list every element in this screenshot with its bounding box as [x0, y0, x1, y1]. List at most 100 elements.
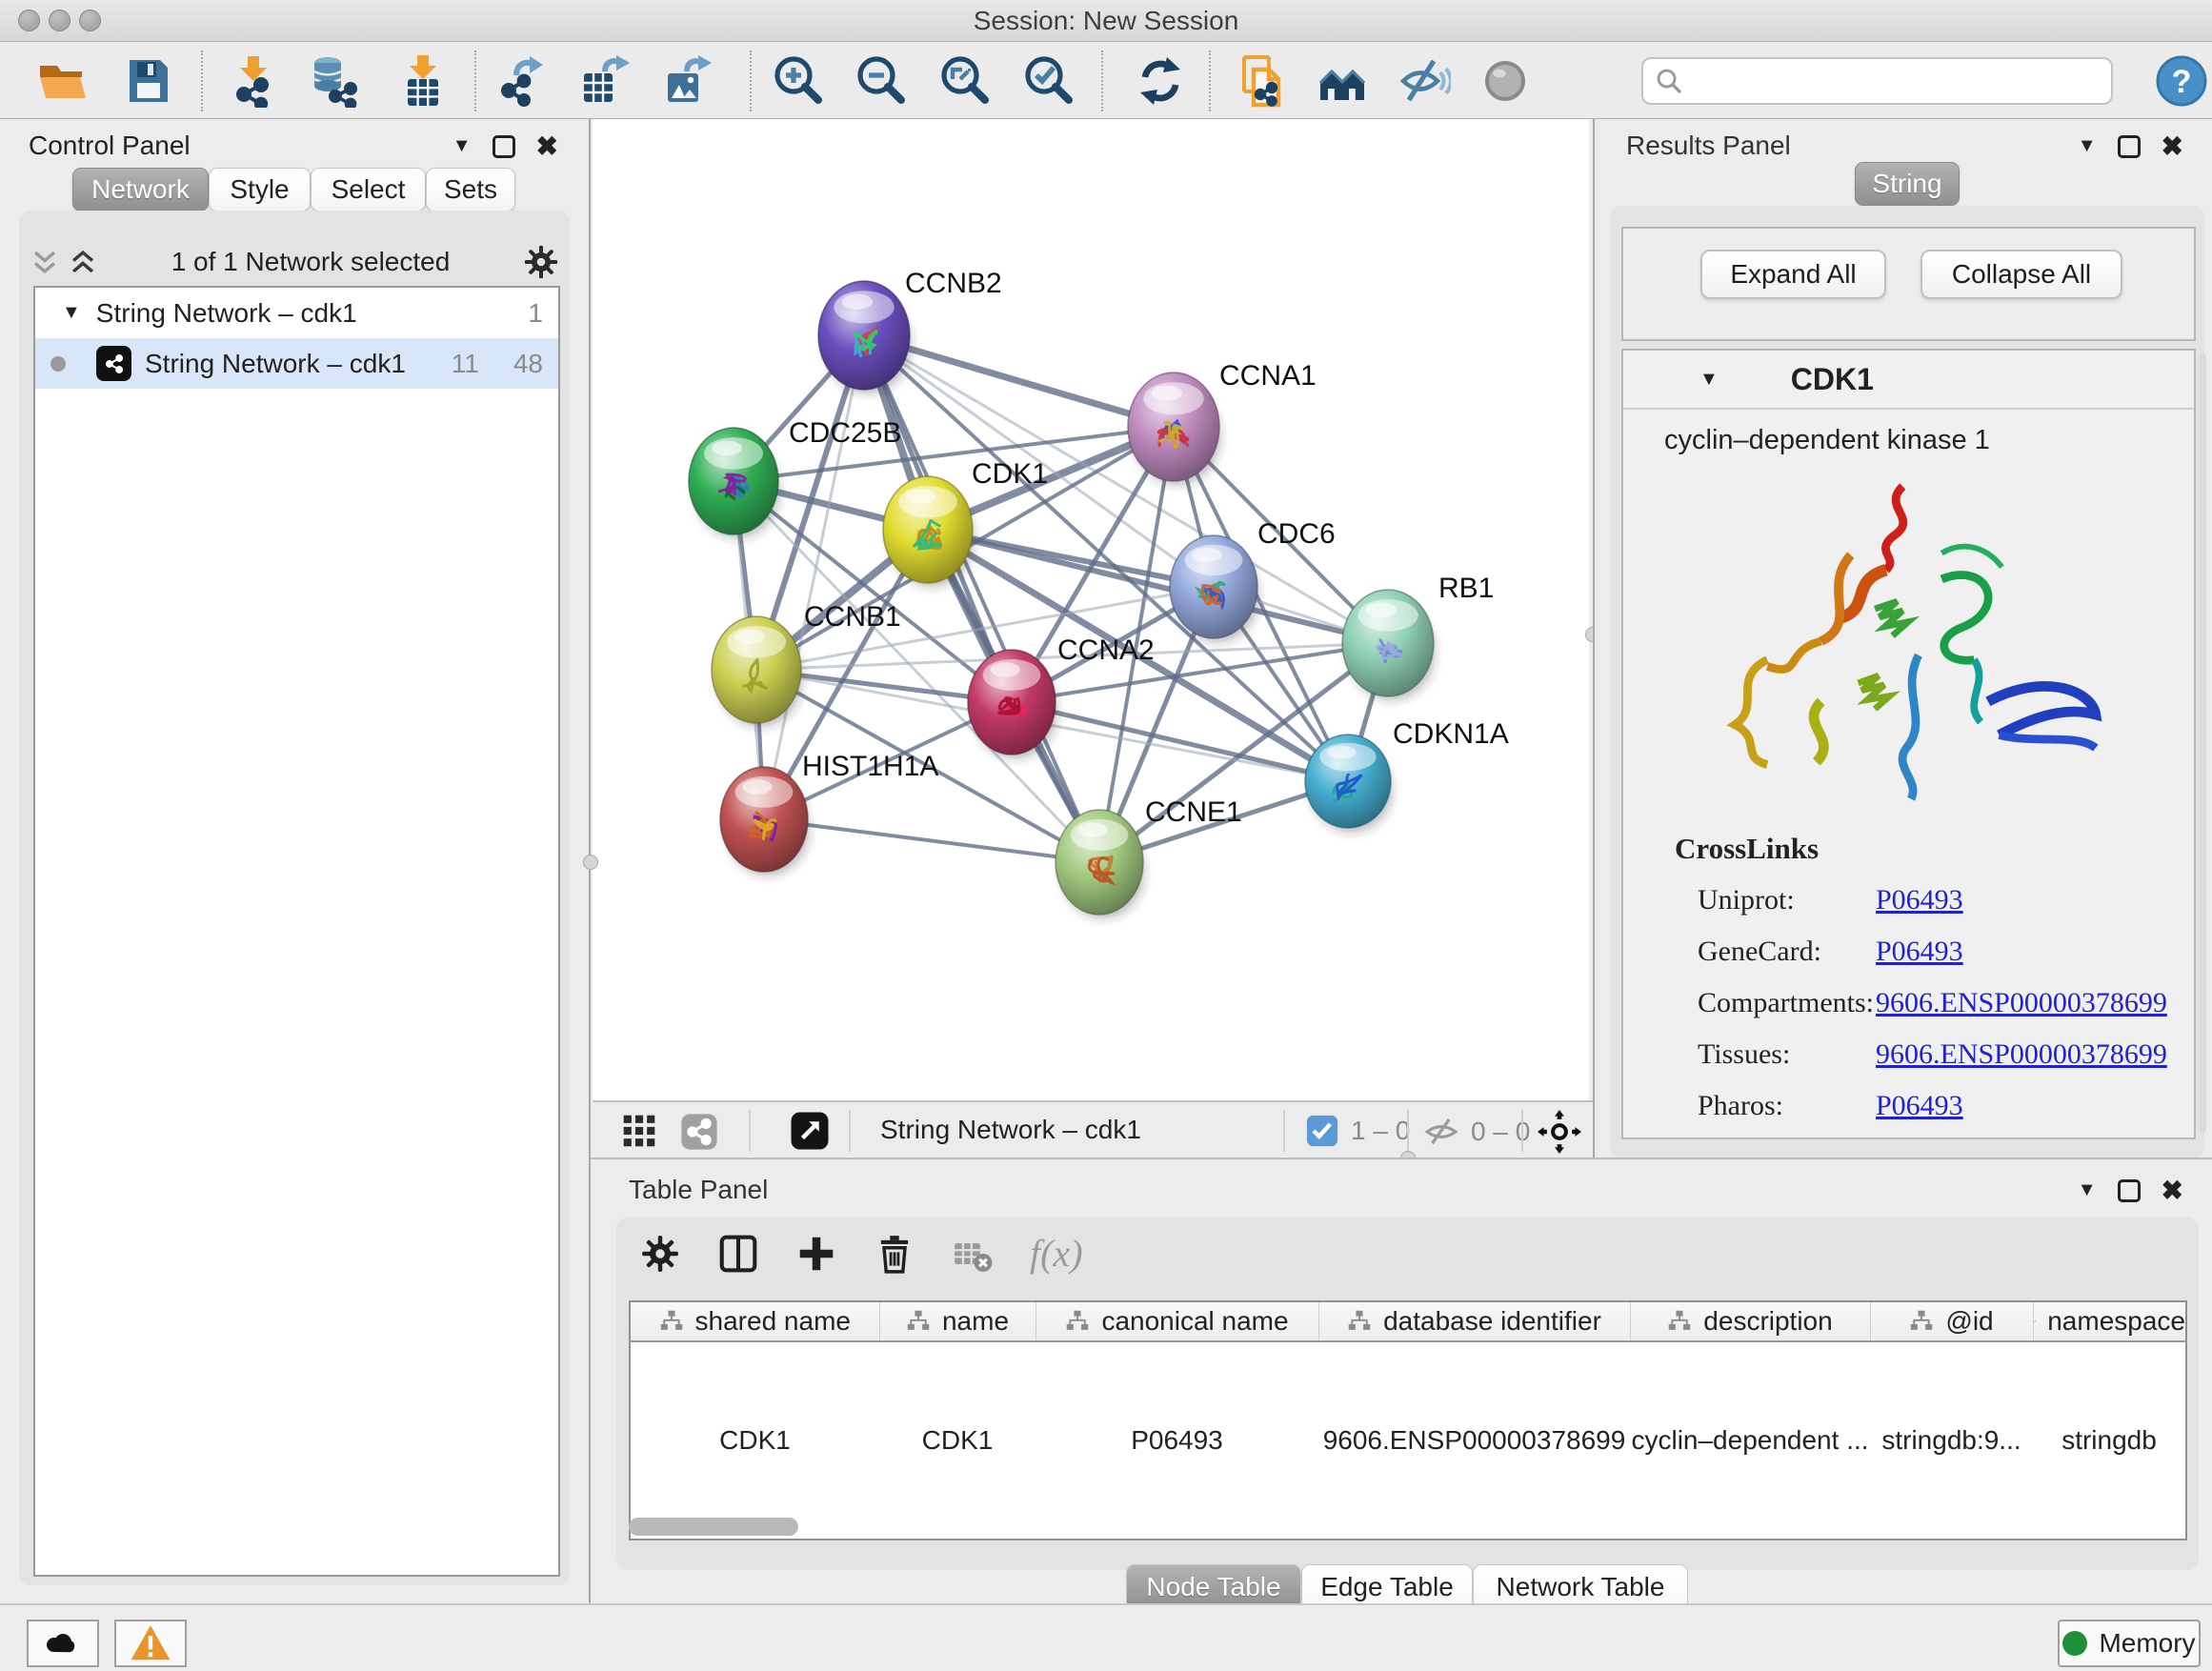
expand-all-button[interactable]: Expand All	[1700, 250, 1886, 299]
selected-checkbox-icon[interactable]	[1305, 1114, 1339, 1148]
tab-network[interactable]: Network	[72, 168, 209, 211]
memory-button[interactable]: Memory	[2058, 1620, 2201, 1667]
results-panel-collapse-icon[interactable]: ▼	[2078, 135, 2097, 157]
results-scrollbar[interactable]	[2199, 352, 2206, 1134]
table-panel-close-icon[interactable]: ✖	[2162, 1175, 2183, 1206]
crosslink-genecard[interactable]: P06493	[1876, 926, 1963, 977]
table-cell[interactable]: stringdb	[2033, 1341, 2186, 1540]
network-node-CCNB2[interactable]	[818, 281, 912, 393]
network-edge[interactable]	[764, 335, 864, 819]
network-node-CDC25B[interactable]	[689, 428, 780, 538]
table-options-gear-icon[interactable]	[639, 1233, 681, 1275]
tab-string[interactable]: String	[1855, 162, 1960, 206]
network-node-CDC6[interactable]	[1170, 535, 1259, 643]
table-horizontal-scrollbar[interactable]	[629, 1518, 798, 1536]
network-node-CCNA1[interactable]	[1128, 372, 1221, 485]
control-panel-float-icon[interactable]	[493, 135, 515, 158]
network-row[interactable]: String Network – cdk1 11 48	[35, 338, 558, 389]
delete-column-icon[interactable]	[874, 1233, 915, 1275]
network-edge[interactable]	[764, 819, 1099, 862]
zoom-in-button[interactable]	[771, 54, 824, 108]
zoom-fit-button[interactable]	[937, 54, 991, 108]
export-table-button[interactable]	[578, 54, 632, 108]
table-row[interactable]: CDK1CDK1P064939606.ENSP00000378699cyclin…	[630, 1341, 2186, 1540]
network-collection-row[interactable]: ▼ String Network – cdk1 1	[35, 288, 558, 338]
network-edge[interactable]	[864, 335, 1099, 862]
search-field[interactable]	[1641, 57, 2113, 105]
column-header-shared-name[interactable]: shared name	[630, 1301, 879, 1341]
crosslink-uniprot[interactable]: P06493	[1876, 875, 1963, 926]
add-column-icon[interactable]	[795, 1233, 837, 1275]
grid-view-button[interactable]	[621, 1113, 657, 1154]
import-network-database-button[interactable]	[309, 54, 362, 108]
control-panel-collapse-icon[interactable]: ▼	[452, 135, 472, 157]
open-session-button[interactable]	[36, 54, 90, 108]
network-node-CCNA2[interactable]	[968, 650, 1057, 759]
network-node-CDK1[interactable]	[883, 476, 975, 587]
save-session-button[interactable]	[122, 54, 175, 108]
network-node-HIST1H1A[interactable]	[720, 767, 810, 876]
table-cell[interactable]: cyclin–dependent ...	[1630, 1341, 1870, 1540]
table-cell[interactable]: P06493	[1036, 1341, 1318, 1540]
expand-all-tree-icon[interactable]	[29, 246, 61, 278]
crosslink-pharos[interactable]: P06493	[1876, 1080, 1963, 1132]
table-panel-collapse-icon[interactable]: ▼	[2078, 1179, 2097, 1201]
table-cell[interactable]: 9606.ENSP00000378699	[1318, 1341, 1630, 1540]
hide-unhide-button[interactable]	[1398, 54, 1451, 108]
collapse-all-tree-icon[interactable]	[67, 246, 99, 278]
tab-style[interactable]: Style	[209, 168, 311, 211]
zoom-selected-button[interactable]	[1021, 54, 1075, 108]
string-network-graph[interactable]: CCNB2CCNA1CDC25BCDK1CDC6RB1CCNB1CCNA2HIS…	[593, 119, 1589, 1100]
results-panel-float-icon[interactable]	[2118, 135, 2141, 158]
refresh-button[interactable]	[1134, 54, 1187, 108]
column-header-canonical-name[interactable]: canonical name	[1036, 1301, 1318, 1341]
control-panel-close-icon[interactable]: ✖	[536, 131, 558, 162]
crosslink-compartments[interactable]: 9606.ENSP00000378699	[1876, 977, 2167, 1029]
network-options-gear-icon[interactable]	[522, 243, 560, 281]
string-home-button[interactable]	[1317, 54, 1370, 108]
export-image-button[interactable]	[660, 54, 714, 108]
fit-content-button[interactable]	[1538, 1110, 1581, 1158]
column-tree-icon	[659, 1309, 684, 1334]
hidden-eye-icon[interactable]	[1423, 1114, 1459, 1150]
network-node-CDKN1A[interactable]	[1305, 735, 1393, 833]
network-node-CCNB1[interactable]	[712, 616, 803, 727]
collection-expand-icon[interactable]: ▼	[62, 302, 81, 324]
network-canvas[interactable]: CCNB2CCNA1CDC25BCDK1CDC6RB1CCNB1CCNA2HIS…	[593, 119, 1589, 1100]
column-header-description[interactable]: description	[1630, 1301, 1870, 1341]
network-edges[interactable]	[734, 335, 1388, 862]
cloud-status-button[interactable]	[27, 1620, 99, 1667]
column-header--id[interactable]: @id	[1870, 1301, 2033, 1341]
eye-button[interactable]	[1478, 54, 1532, 108]
help-button[interactable]: ?	[2155, 54, 2208, 108]
import-table-file-button[interactable]	[396, 54, 450, 108]
section-collapse-icon[interactable]: ▼	[1699, 369, 1719, 391]
column-header-namespace[interactable]: namespace	[2033, 1301, 2186, 1341]
node-attribute-table[interactable]: shared name name canonical name database…	[629, 1300, 2187, 1540]
table-cell[interactable]: stringdb:9...	[1870, 1341, 2033, 1540]
export-network-button[interactable]	[495, 54, 549, 108]
column-header-database-identifier[interactable]: database identifier	[1318, 1301, 1630, 1341]
table-panel-float-icon[interactable]	[2118, 1179, 2141, 1202]
warnings-button[interactable]	[114, 1620, 187, 1667]
left-splitter-handle[interactable]	[583, 855, 598, 870]
show-columns-icon[interactable]	[717, 1233, 759, 1275]
column-header-name[interactable]: name	[879, 1301, 1036, 1341]
network-node-RB1[interactable]	[1342, 590, 1436, 700]
search-input[interactable]	[1685, 67, 2095, 96]
share-document-button[interactable]	[1237, 54, 1290, 108]
network-style-button[interactable]	[680, 1113, 718, 1156]
node-result-header[interactable]: ▼ CDK1	[1623, 351, 2194, 410]
crosslink-tissues[interactable]: 9606.ENSP00000378699	[1876, 1029, 2167, 1080]
results-panel-close-icon[interactable]: ✖	[2162, 131, 2183, 162]
collapse-all-button[interactable]: Collapse All	[1920, 250, 2122, 299]
table-cell[interactable]: CDK1	[879, 1341, 1036, 1540]
network-node-CCNE1[interactable]	[1056, 810, 1145, 919]
import-network-file-button[interactable]	[229, 54, 282, 108]
tab-sets[interactable]: Sets	[426, 168, 515, 211]
svg-text:?: ?	[2172, 64, 2192, 100]
zoom-out-button[interactable]	[854, 54, 907, 108]
birds-eye-view-button[interactable]	[790, 1111, 830, 1156]
table-cell[interactable]: CDK1	[630, 1341, 879, 1540]
tab-select[interactable]: Select	[311, 168, 426, 211]
